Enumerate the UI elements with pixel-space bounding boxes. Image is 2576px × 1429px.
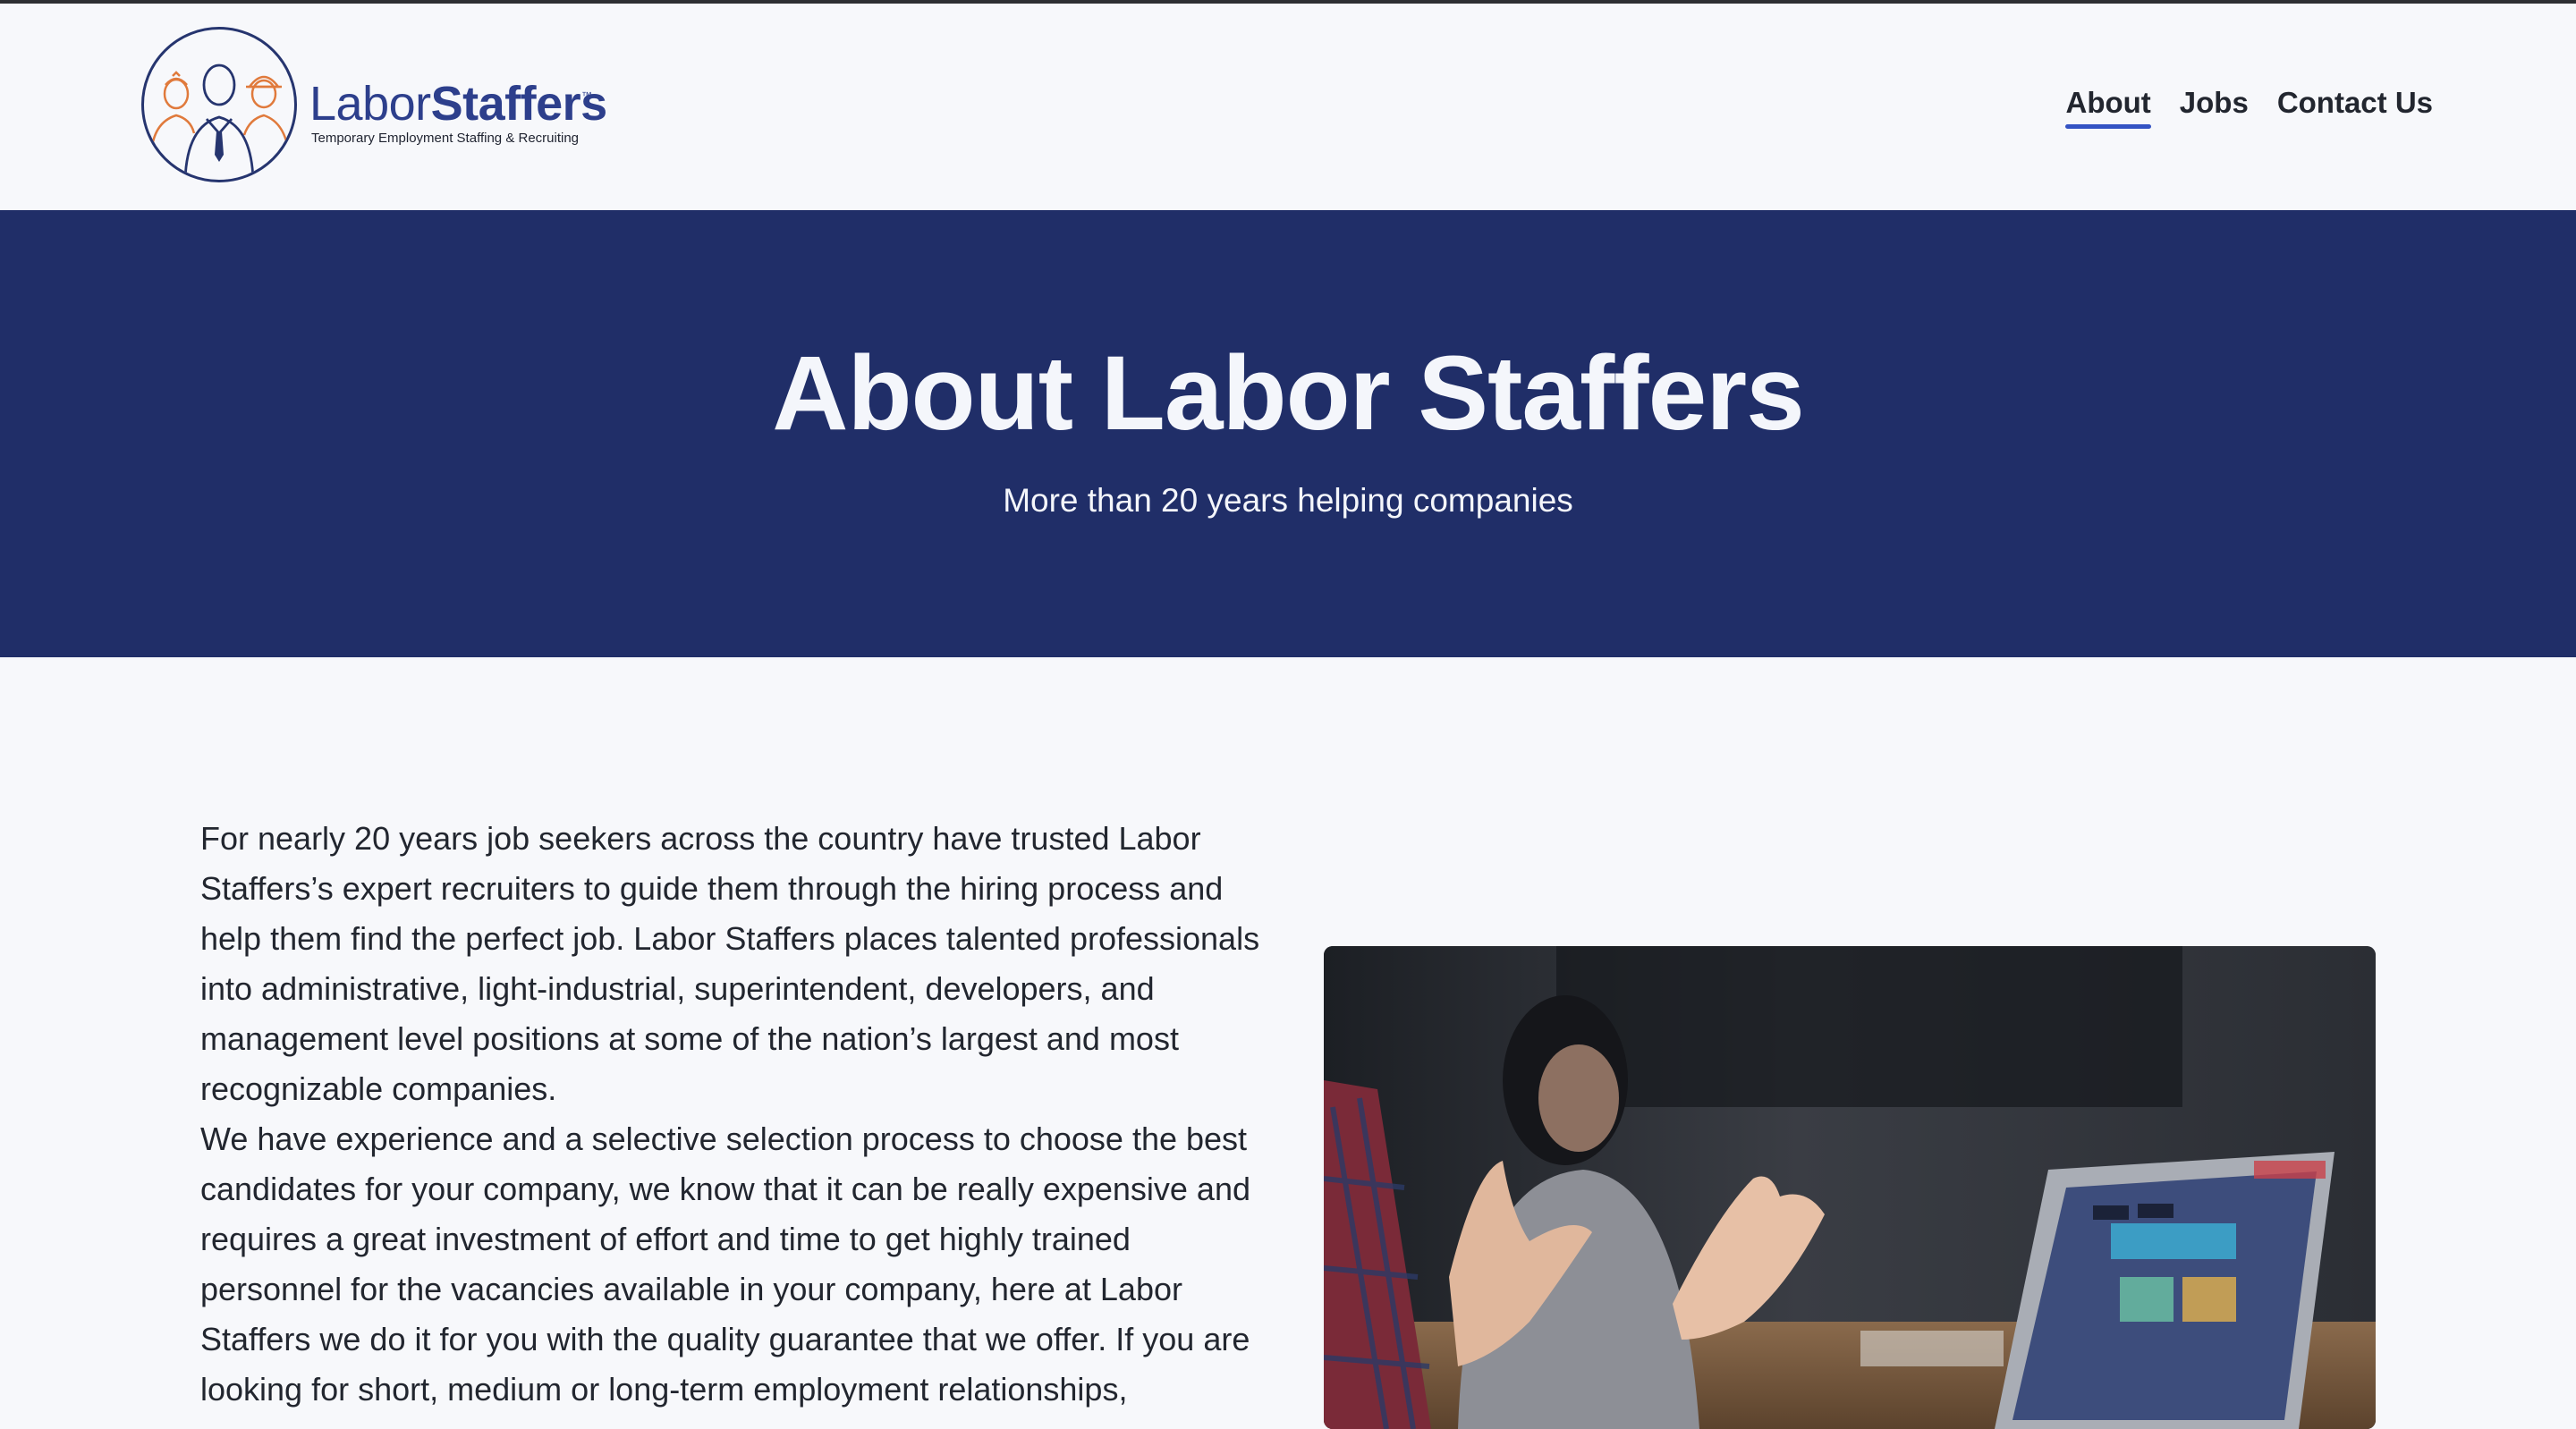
- hero-banner: About Labor Staffers More than 20 years …: [0, 210, 2576, 657]
- logo-emblem: [141, 27, 297, 182]
- logo-wordmark: LaborStaffers: [309, 77, 607, 131]
- nav-link-about[interactable]: About: [2065, 86, 2152, 129]
- site-header: LaborStaffers ™ Temporary Employment Sta…: [0, 4, 2576, 210]
- meeting-photo-illustration: [1324, 946, 2376, 1429]
- logo-word-bold: Staffers: [430, 77, 608, 131]
- people-icon: [149, 63, 291, 180]
- about-paragraph-1: For nearly 20 years job seekers across t…: [200, 820, 1260, 1107]
- page-subtitle: More than 20 years helping companies: [1003, 482, 1573, 519]
- logo-word-light: Labor: [309, 77, 431, 131]
- nav-link-jobs[interactable]: Jobs: [2180, 86, 2249, 127]
- about-paragraph-2: We have experience and a selective selec…: [200, 1120, 1250, 1408]
- nav-link-contact-us[interactable]: Contact Us: [2277, 86, 2433, 127]
- page-title: About Labor Staffers: [772, 334, 1805, 452]
- logo-tagline: Temporary Employment Staffing & Recruiti…: [311, 131, 580, 146]
- logo-trademark: ™: [581, 89, 592, 102]
- main-nav: About Jobs Contact Us: [2065, 86, 2433, 129]
- meeting-photo: [1324, 946, 2376, 1429]
- site-logo[interactable]: LaborStaffers ™ Temporary Employment Sta…: [141, 27, 607, 188]
- about-text: For nearly 20 years job seekers across t…: [200, 814, 1265, 1415]
